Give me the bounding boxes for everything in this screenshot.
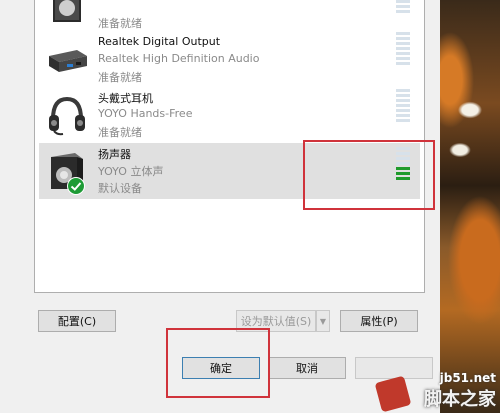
configure-button[interactable]: 配置(C) <box>38 310 116 332</box>
device-name: 扬声器 <box>98 148 131 161</box>
level-meter <box>396 147 410 182</box>
apply-button[interactable] <box>355 357 433 379</box>
properties-button[interactable]: 属性(P) <box>340 310 418 332</box>
level-meter <box>396 0 410 15</box>
watermark-site: jb51.net <box>439 371 496 385</box>
background-photo <box>440 0 500 413</box>
device-row-speaker-default[interactable]: 扬声器 YOYO 立体声 默认设备 <box>39 143 420 199</box>
cancel-button[interactable]: 取消 <box>268 357 346 379</box>
device-description: YOYO 立体声 <box>98 165 164 178</box>
device-row-digital-output[interactable]: Realtek Digital Output Realtek High Defi… <box>39 32 420 88</box>
set-default-button[interactable]: 设为默认值(S) <box>236 310 316 332</box>
playback-device-list[interactable]: 准备就绪 Realtek Digital Output Realtek High… <box>34 0 425 293</box>
set-default-dropdown-arrow[interactable]: ▼ <box>316 310 330 332</box>
device-description: Realtek High Definition Audio <box>98 52 260 65</box>
device-row-speaker-top[interactable]: 准备就绪 <box>39 0 420 34</box>
device-name: 头戴式耳机 <box>98 92 153 105</box>
headphones-icon <box>45 93 89 137</box>
speaker-icon <box>45 0 89 28</box>
device-name: Realtek Digital Output <box>98 35 221 48</box>
level-meter <box>396 89 410 124</box>
device-status: 默认设备 <box>98 182 142 195</box>
device-row-headset[interactable]: 头戴式耳机 YOYO Hands-Free 准备就绪 <box>39 87 420 143</box>
watermark: jb51.net 脚本之家 <box>424 371 496 411</box>
sound-dialog: 准备就绪 Realtek Digital Output Realtek High… <box>0 0 440 413</box>
ok-button[interactable]: 确定 <box>182 357 260 379</box>
device-description: YOYO Hands-Free <box>98 107 193 120</box>
device-status: 准备就绪 <box>98 126 142 139</box>
digital-output-icon <box>45 38 89 82</box>
device-status: 准备就绪 <box>98 17 142 30</box>
default-check-icon <box>67 177 85 195</box>
watermark-name: 脚本之家 <box>424 389 496 410</box>
device-status: 准备就绪 <box>98 71 142 84</box>
level-meter <box>396 32 410 67</box>
